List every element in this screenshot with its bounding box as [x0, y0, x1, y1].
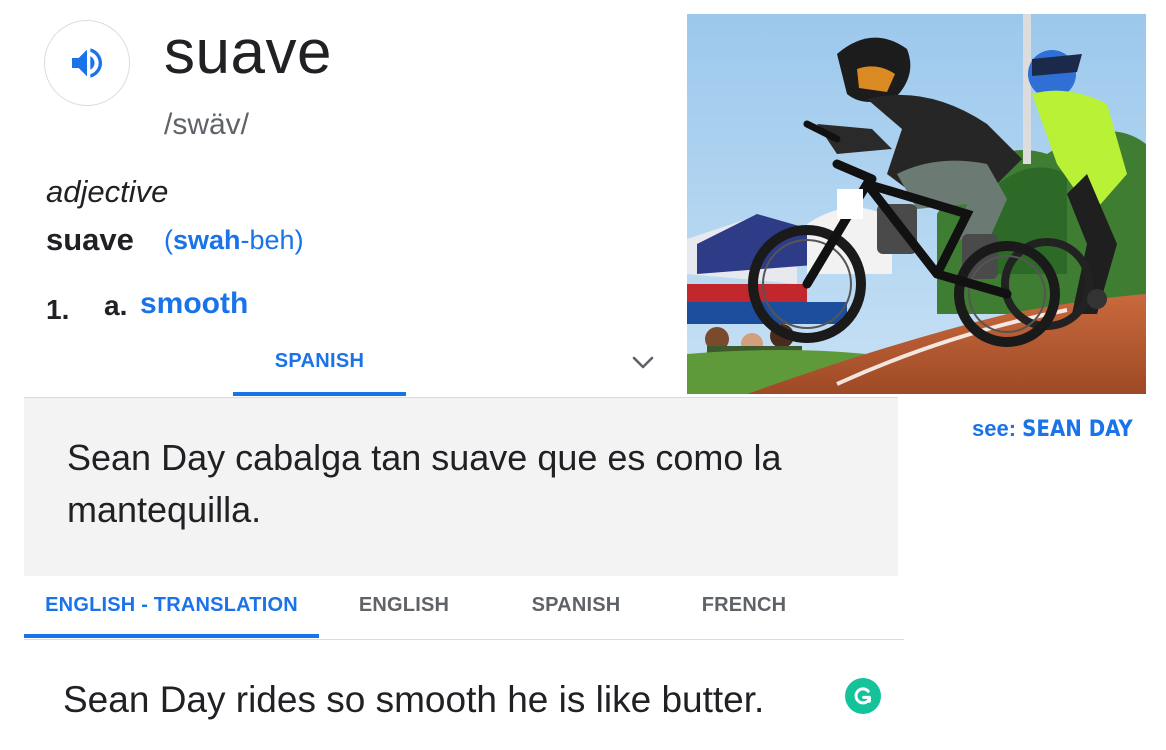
active-tab-indicator — [233, 392, 406, 396]
volume-icon — [72, 48, 102, 78]
see-also-prefix: see: — [972, 416, 1017, 441]
bmx-race-photo — [687, 14, 1146, 394]
sense-number: 1. — [46, 294, 70, 325]
tab-label: SPANISH — [531, 594, 621, 616]
phonetic-spelling: /swäv/ — [164, 108, 250, 141]
active-tab-indicator — [24, 634, 319, 638]
tab-spanish-example[interactable]: SPANISH — [233, 348, 406, 398]
grammarly-icon — [854, 687, 872, 705]
tab-english-translation[interactable]: ENGLISH - TRANSLATION — [24, 590, 319, 640]
grammarly-button[interactable] — [845, 678, 881, 714]
tab-label: SPANISH — [274, 350, 365, 372]
example-sentence: Sean Day cabalga tan suave que es como l… — [67, 437, 782, 530]
dictionary-word: suave — [164, 18, 332, 87]
pron-open: ( — [164, 225, 173, 255]
divider — [24, 639, 904, 640]
tab-english[interactable]: ENGLISH — [340, 590, 468, 640]
tab-label: FRENCH — [701, 594, 787, 616]
sense-letter: a. — [104, 290, 128, 321]
play-pronunciation-button[interactable] — [44, 20, 130, 106]
tab-label: ENGLISH - TRANSLATION — [45, 594, 298, 616]
chevron-down-icon — [632, 356, 654, 369]
see-also-name: SEAN DAY — [1022, 417, 1133, 442]
see-also-link[interactable]: see: SEAN DAY — [972, 416, 1133, 442]
tab-spanish[interactable]: SPANISH — [510, 590, 642, 640]
tab-label: ENGLISH — [358, 594, 450, 616]
expand-button[interactable] — [626, 345, 660, 379]
headword: suave — [46, 222, 134, 257]
pron-stressed-syllable: swah — [173, 225, 241, 255]
tab-french[interactable]: FRENCH — [682, 590, 806, 640]
pron-rest: -beh) — [240, 225, 304, 255]
part-of-speech: adjective — [46, 174, 169, 209]
translation-sentence: Sean Day rides so smooth he is like butt… — [63, 679, 765, 720]
sense-definition-link[interactable]: smooth — [140, 289, 248, 319]
pronunciation-respelling: (swah-beh) — [164, 227, 304, 254]
